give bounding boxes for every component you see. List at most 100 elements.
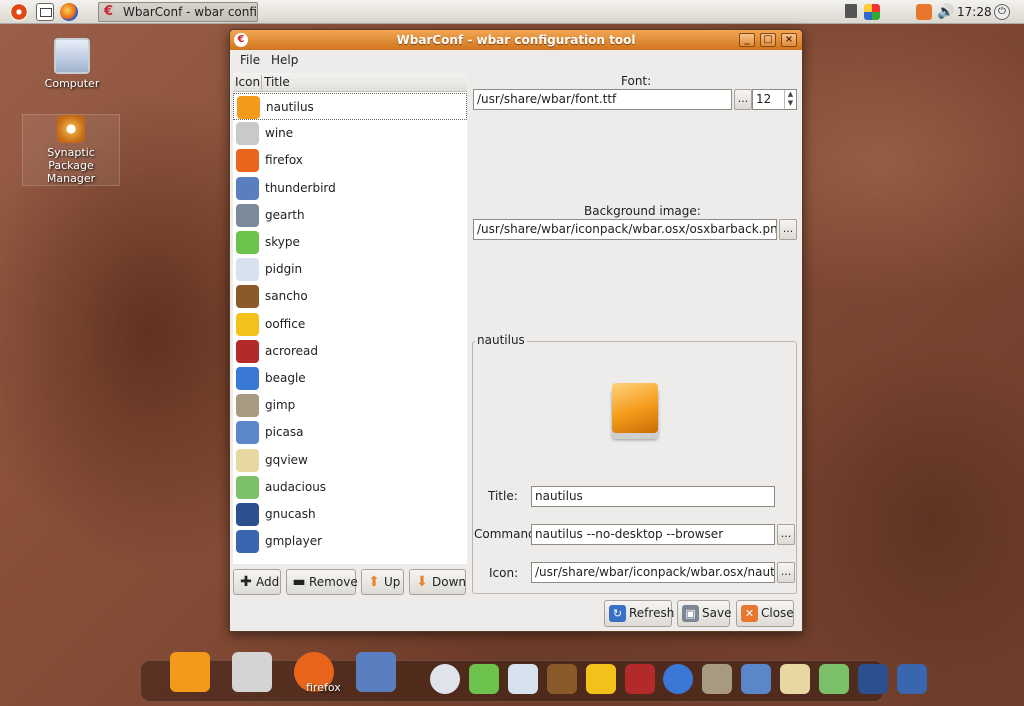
list-item[interactable]: wine [233,120,467,147]
dock-audacious-icon[interactable] [819,664,849,694]
nautilus-icon [237,96,260,119]
notification-icon[interactable] [916,4,932,20]
title-field[interactable]: nautilus [531,486,775,507]
desktop-icon-computer[interactable]: Computer [40,38,104,90]
list-item[interactable]: gimp [233,392,467,419]
pidgin-icon [236,258,259,282]
dock-nautilus-icon[interactable] [170,652,210,692]
ubuntu-menu-icon[interactable] [10,3,28,21]
background-path-field[interactable]: /usr/share/wbar/iconpack/wbar.osx/osxbar… [473,219,777,240]
list-item[interactable]: thunderbird [233,175,467,202]
list-item[interactable]: gmplayer [233,528,467,555]
dock-gqview-icon[interactable] [780,664,811,694]
command-field[interactable]: nautilus --no-desktop --browser [531,524,775,545]
firefox-launcher-icon[interactable] [60,3,78,21]
font-size-spinner[interactable]: 12 ▲ ▼ [752,89,797,110]
spinner-arrows-icon[interactable]: ▲ ▼ [784,90,796,109]
column-header-icon[interactable]: Icon [235,73,260,91]
dock-ooffice-icon[interactable] [585,664,616,694]
dock-pidgin-icon[interactable] [507,664,538,694]
icon-list[interactable]: Icon Title nautilus wine firefox thunderbir… [233,73,467,564]
wbarconf-app-icon[interactable]: € [234,33,248,47]
power-icon[interactable]: ⏻ [994,4,1010,20]
wine-icon [236,122,259,146]
up-button-label: Up [384,575,401,589]
list-item[interactable]: pidgin [233,256,467,283]
list-item[interactable]: picasa [233,419,467,446]
plus-icon: ✚ [240,574,252,590]
dock-picasa-icon[interactable] [741,664,772,694]
font-path-field[interactable]: /usr/share/wbar/font.ttf [473,89,732,110]
list-item[interactable]: audacious [233,474,467,501]
taskbar-window-button[interactable]: € WbarConf - wbar confi... [98,2,258,22]
dock-gnucash-icon[interactable] [857,664,888,694]
up-button[interactable]: ⬆ Up [361,569,404,595]
arrow-down-icon: ⬇ [416,574,428,590]
list-item[interactable]: sancho [233,283,467,310]
add-button-label: Add [256,575,280,589]
column-header-title[interactable]: Title [264,73,290,91]
window-titlebar[interactable]: € WbarConf - wbar configuration tool _ □… [230,30,802,50]
dock-gmplayer-icon[interactable] [896,664,927,694]
remove-button[interactable]: ▬ Remove [286,569,358,595]
refresh-button[interactable]: ↻ Refresh [604,600,675,627]
font-label: Font: [621,74,652,88]
dock-gearth-icon[interactable] [430,664,460,694]
gnucash-icon [236,503,259,526]
show-desktop-icon[interactable] [36,3,54,21]
list-item-label: beagle [265,371,306,385]
icon-path-field[interactable]: /usr/share/wbar/iconpack/wbar.osx/nautil… [531,562,775,583]
update-notifier-icon[interactable] [864,4,880,20]
menu-help[interactable]: Help [271,52,298,68]
acroread-icon [236,339,259,363]
close-button-label: Close [761,606,794,620]
gearth-icon [236,203,259,227]
down-button-label: Down [432,575,467,589]
column-separator[interactable] [261,75,262,90]
dock-wine-icon[interactable] [232,652,272,692]
computer-icon [54,38,90,74]
background-label: Background image: [584,204,701,218]
sancho-icon [236,285,259,309]
close-icon: ✕ [741,605,758,622]
picasa-icon [236,421,259,445]
background-browse-button[interactable]: ... [779,219,797,240]
close-button[interactable]: ✕ Close [736,600,794,627]
desktop-icon-synaptic[interactable]: Synaptic Package Manager [22,114,120,186]
list-item-label: ooffice [265,316,306,331]
list-item[interactable]: firefox [233,147,467,174]
save-button[interactable]: ▣ Save [677,600,731,627]
volume-icon[interactable]: 🔊 [937,4,954,20]
down-button[interactable]: ⬇ Down [409,569,466,595]
font-browse-button[interactable]: ... [734,89,752,110]
dock-gimp-icon[interactable] [702,664,733,694]
arrow-up-icon: ⬆ [368,574,380,590]
add-button[interactable]: ✚ Add [233,569,281,595]
list-item-label: firefox [265,153,303,168]
dock-skype-icon[interactable] [468,664,499,694]
list-item-label: gqview [265,452,308,467]
minimize-button[interactable]: _ [739,33,755,47]
list-item[interactable]: acroread [233,338,467,365]
close-window-button[interactable]: × [781,33,797,47]
maximize-button[interactable]: □ [760,33,776,47]
dock-thunderbird-icon[interactable] [356,652,396,692]
dock-acroread-icon[interactable] [624,664,655,694]
list-item[interactable]: ooffice [233,311,467,338]
list-item[interactable]: beagle [233,365,467,392]
gimp-icon [236,394,259,418]
list-item[interactable]: gearth [233,202,467,229]
command-browse-button[interactable]: ... [777,524,795,545]
panel-clock[interactable]: 17:28 [957,4,992,20]
list-item-label: gimp [265,398,296,413]
network-icon[interactable] [845,4,857,18]
dock-sancho-icon[interactable] [546,664,577,694]
icon-browse-button[interactable]: ... [777,562,795,583]
list-item[interactable]: nautilus [233,93,467,120]
refresh-button-label: Refresh [629,606,675,620]
menu-file[interactable]: File [240,52,260,68]
list-item[interactable]: gqview [233,447,467,474]
gqview-icon [236,448,259,472]
list-item[interactable]: skype [233,229,467,256]
list-item[interactable]: gnucash [233,501,467,528]
